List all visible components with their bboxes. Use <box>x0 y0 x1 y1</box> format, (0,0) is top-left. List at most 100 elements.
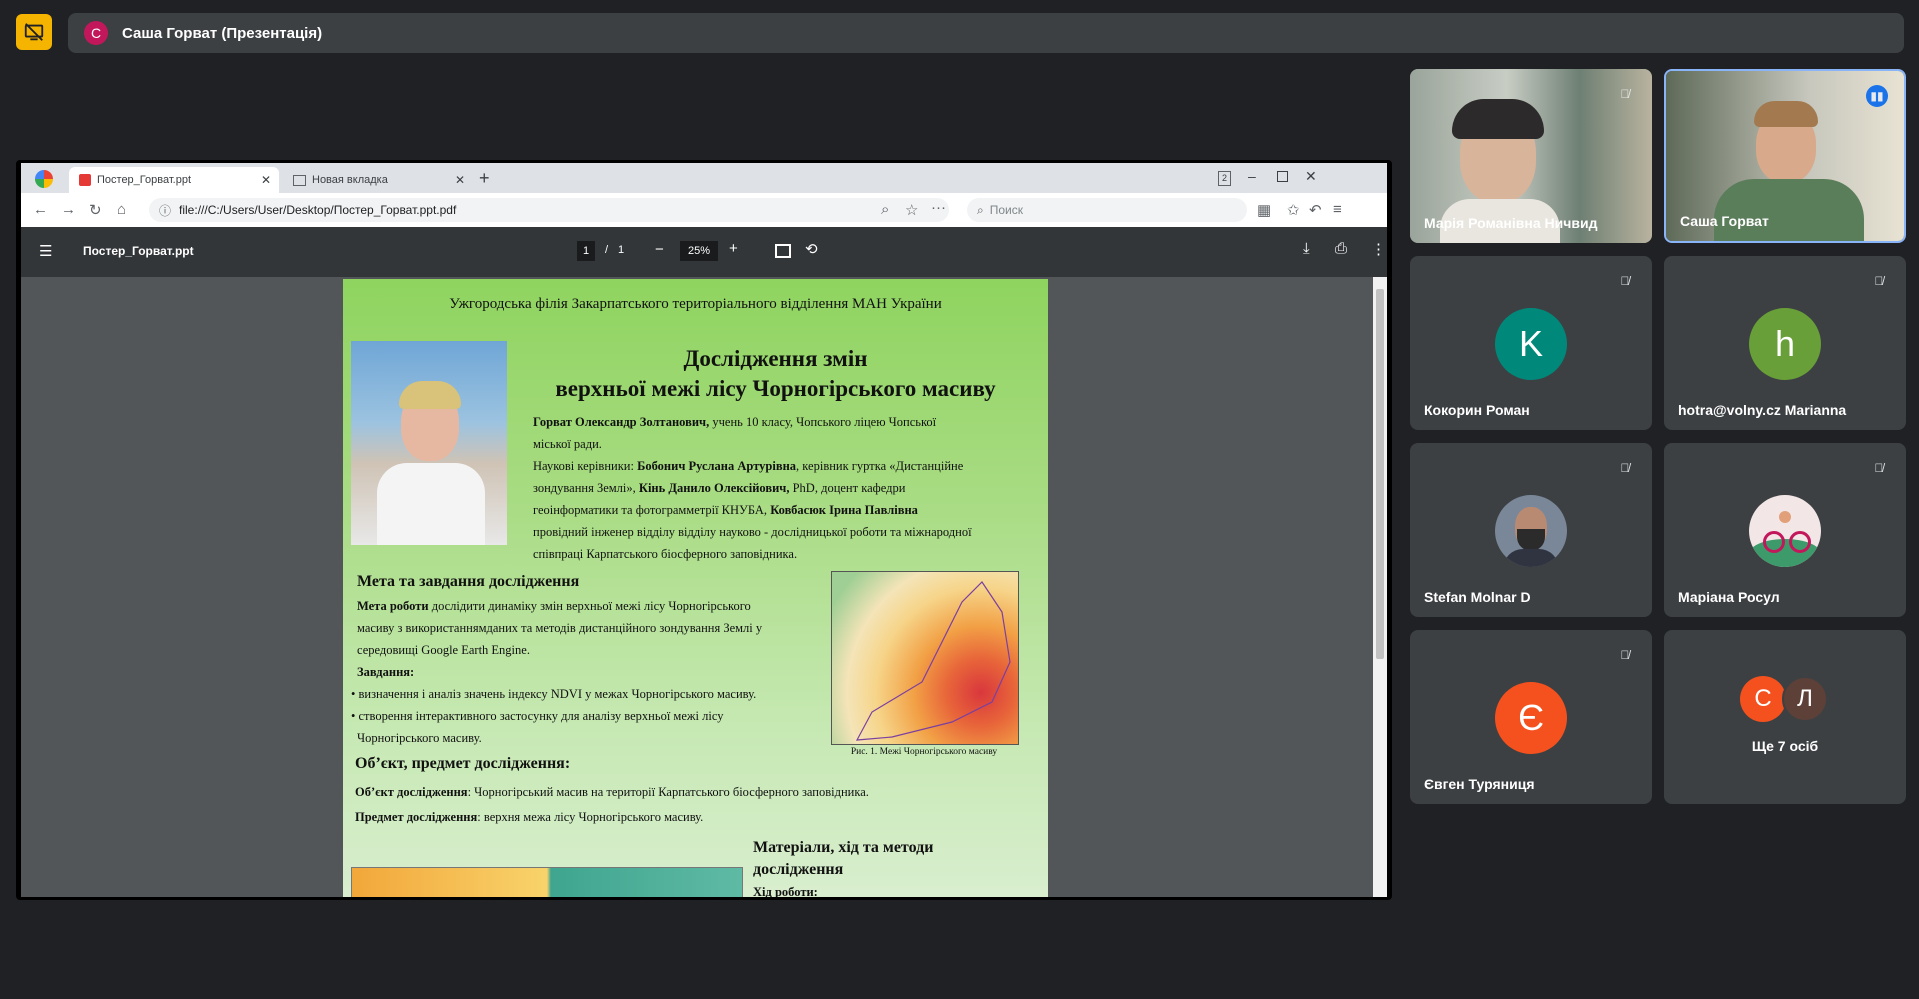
methods-sub: Хід роботи: <box>753 885 818 897</box>
page-separator: / <box>605 244 609 256</box>
participant-tile-video-2[interactable]: ▮▮ Саша Горват <box>1664 69 1906 243</box>
participant-name: hotra@volny.cz Marianna <box>1678 402 1847 418</box>
mic-off-icon: 🎙̸ <box>1620 461 1630 475</box>
tab-new[interactable]: Новая вкладка ✕ <box>283 167 473 193</box>
pdf-canvas[interactable]: Ужгородська філія Закарпатського територ… <box>21 277 1387 897</box>
close-window-icon[interactable]: ✕ <box>1305 168 1317 185</box>
more-participants-label: Ще 7 осіб <box>1751 738 1819 754</box>
advisors-prefix: Наукові керівники: <box>533 459 638 473</box>
task-2-line-2: Чорногірського масиву. <box>357 731 482 745</box>
methods-screenshot <box>351 867 743 897</box>
more-url-icon[interactable]: ··· <box>931 199 946 216</box>
url-text: file:///C:/Users/User/Desktop/Постер_Гор… <box>179 203 457 217</box>
search-placeholder: Поиск <box>989 203 1023 217</box>
print-icon[interactable]: ⎙ <box>1335 240 1347 257</box>
page-number-input[interactable]: 1 <box>577 241 595 261</box>
browser-window: Постер_Горват.ppt ✕ Новая вкладка ✕ + 2 … <box>21 163 1387 897</box>
figure-caption: Рис. 1. Межі Чорногірського масиву <box>850 747 998 757</box>
menu-icon[interactable]: ≡ <box>1333 201 1342 218</box>
mic-off-icon: 🎙̸ <box>1620 87 1630 101</box>
goal-heading: Мета та завдання дослідження <box>357 573 580 590</box>
author-name: Горват Олександр Золтанович, <box>533 415 710 429</box>
advisor-2: Кінь Данило Олексійович, <box>638 481 790 495</box>
advisor-3: Ковбасюк Ірина Павлівна <box>770 503 918 517</box>
tab-count-badge[interactable]: 2 <box>1218 171 1231 186</box>
favorites-icon[interactable]: ✩ <box>1287 201 1300 219</box>
close-tab-icon[interactable]: ✕ <box>455 173 465 187</box>
presenter-title: Саша Горват (Презентація) <box>122 24 323 42</box>
poster-title-2: верхньої межі лісу Чорногірського масиву <box>555 376 996 401</box>
participant-tile-7[interactable]: 🎙̸ Є Євген Туряниця <box>1410 630 1652 804</box>
reload-icon[interactable]: ↻ <box>89 201 102 219</box>
tab-strip: Постер_Горват.ppt ✕ Новая вкладка ✕ + 2 … <box>21 163 1387 193</box>
pdf-toolbar: ☰ Постер_Горват.ppt 1 / 1 − 25% + ⟲ ⤓ ⎙ … <box>21 227 1387 277</box>
object-heading: Об’єкт, предмет дослідження: <box>355 755 571 772</box>
forward-icon[interactable]: → <box>61 201 76 218</box>
fit-page-icon[interactable] <box>775 244 791 258</box>
subject-text: : верхня межа лісу Чорногірського масиву… <box>477 810 704 824</box>
pdf-icon <box>79 174 91 186</box>
goal-text-3: середовищі Google Earth Engine. <box>357 643 530 657</box>
download-icon[interactable]: ⤓ <box>1303 240 1310 257</box>
speaking-indicator-icon: ▮▮ <box>1866 85 1888 107</box>
methods-heading-1: Матеріали, хід та методи <box>753 839 934 856</box>
participant-name: Маріана Росул <box>1678 589 1780 605</box>
tab-poster[interactable]: Постер_Горват.ppt ✕ <box>69 167 279 193</box>
presenter-avatar: С <box>84 21 108 45</box>
participant-avatar: K <box>1495 308 1567 380</box>
map-figure <box>831 571 1019 745</box>
object-label: Об’єкт дослідження <box>355 785 468 799</box>
author-info-2: міської ради. <box>533 437 602 451</box>
pdf-menu-icon[interactable]: ☰ <box>39 242 52 260</box>
goal-text: дослідити динаміку змін верхньої межі лі… <box>428 599 751 613</box>
close-tab-icon[interactable]: ✕ <box>261 173 271 187</box>
more-avatar-2: Л <box>1782 676 1828 722</box>
participant-photo-avatar <box>1749 495 1821 567</box>
mic-off-icon: 🎙̸ <box>1874 461 1884 475</box>
address-bar-row: ← → ↻ ⌂ ⓘ file:///C:/Users/User/Desktop/… <box>21 193 1387 228</box>
browser-logo-icon <box>35 170 53 188</box>
history-icon[interactable]: ↶ <box>1309 201 1322 219</box>
object-text: : Чорногірський масив на території Карпа… <box>467 785 869 799</box>
subject-label: Предмет дослідження <box>355 810 478 824</box>
restore-icon[interactable] <box>1277 171 1288 182</box>
more-avatar-1: С <box>1740 676 1786 722</box>
zoom-out-icon[interactable]: − <box>655 241 664 258</box>
url-field[interactable]: ⓘ file:///C:/Users/User/Desktop/Постер_Г… <box>149 198 949 222</box>
new-tab-icon[interactable]: + <box>479 168 490 189</box>
more-options-icon[interactable]: ⋮ <box>1371 240 1386 258</box>
zoom-in-icon[interactable]: + <box>729 240 738 257</box>
methods-heading-2: дослідження <box>753 861 844 878</box>
task-1: • визначення і аналіз значень індексу ND… <box>351 687 757 701</box>
home-icon[interactable]: ⌂ <box>117 201 126 218</box>
participant-tile-4[interactable]: 🎙̸ h hotra@volny.cz Marianna <box>1664 256 1906 430</box>
participant-tile-5[interactable]: 🎙̸ Stefan Molnar D <box>1410 443 1652 617</box>
pdf-scrollbar[interactable] <box>1373 277 1387 897</box>
apps-grid-icon[interactable]: ▦ <box>1257 201 1271 219</box>
search-icon: ⌕ <box>977 202 984 217</box>
back-icon[interactable]: ← <box>33 201 48 218</box>
participant-tile-6[interactable]: 🎙̸ Маріана Росул <box>1664 443 1906 617</box>
participant-tile-3[interactable]: 🎙̸ K Кокорин Роман <box>1410 256 1652 430</box>
participant-name: Кокорин Роман <box>1424 402 1530 418</box>
participant-name: Марія Романівна Ничвид <box>1424 215 1598 231</box>
search-field[interactable]: ⌕ Поиск <box>967 198 1247 222</box>
bookmark-star-icon[interactable]: ☆ <box>905 201 918 219</box>
scrollbar-thumb[interactable] <box>1376 289 1384 659</box>
participant-name: Stefan Molnar D <box>1424 589 1531 605</box>
pdf-file-name: Постер_Горват.ppt <box>83 244 194 258</box>
more-participants-tile[interactable]: С Л Ще 7 осіб <box>1664 630 1906 804</box>
participant-tile-video-1[interactable]: 🎙̸ Марія Романівна Ничвид <box>1410 69 1652 243</box>
advisor-line-4: провідний інженер відділу відділу науков… <box>533 525 972 539</box>
page-info-icon[interactable]: ⓘ <box>159 202 171 219</box>
participant-photo-avatar <box>1495 495 1567 567</box>
stop-presenting-icon[interactable] <box>16 14 52 50</box>
tasks-heading: Завдання: <box>357 665 415 679</box>
rotate-icon[interactable]: ⟲ <box>805 240 818 258</box>
minimize-icon[interactable]: – <box>1248 168 1256 184</box>
author-photo <box>351 341 507 545</box>
zoom-icon[interactable]: ⌕ <box>881 201 889 218</box>
advisor-1: Бобонич Руслана Артурівна <box>637 459 797 473</box>
goal-label: Мета роботи <box>357 599 429 613</box>
zoom-input[interactable]: 25% <box>680 241 718 261</box>
